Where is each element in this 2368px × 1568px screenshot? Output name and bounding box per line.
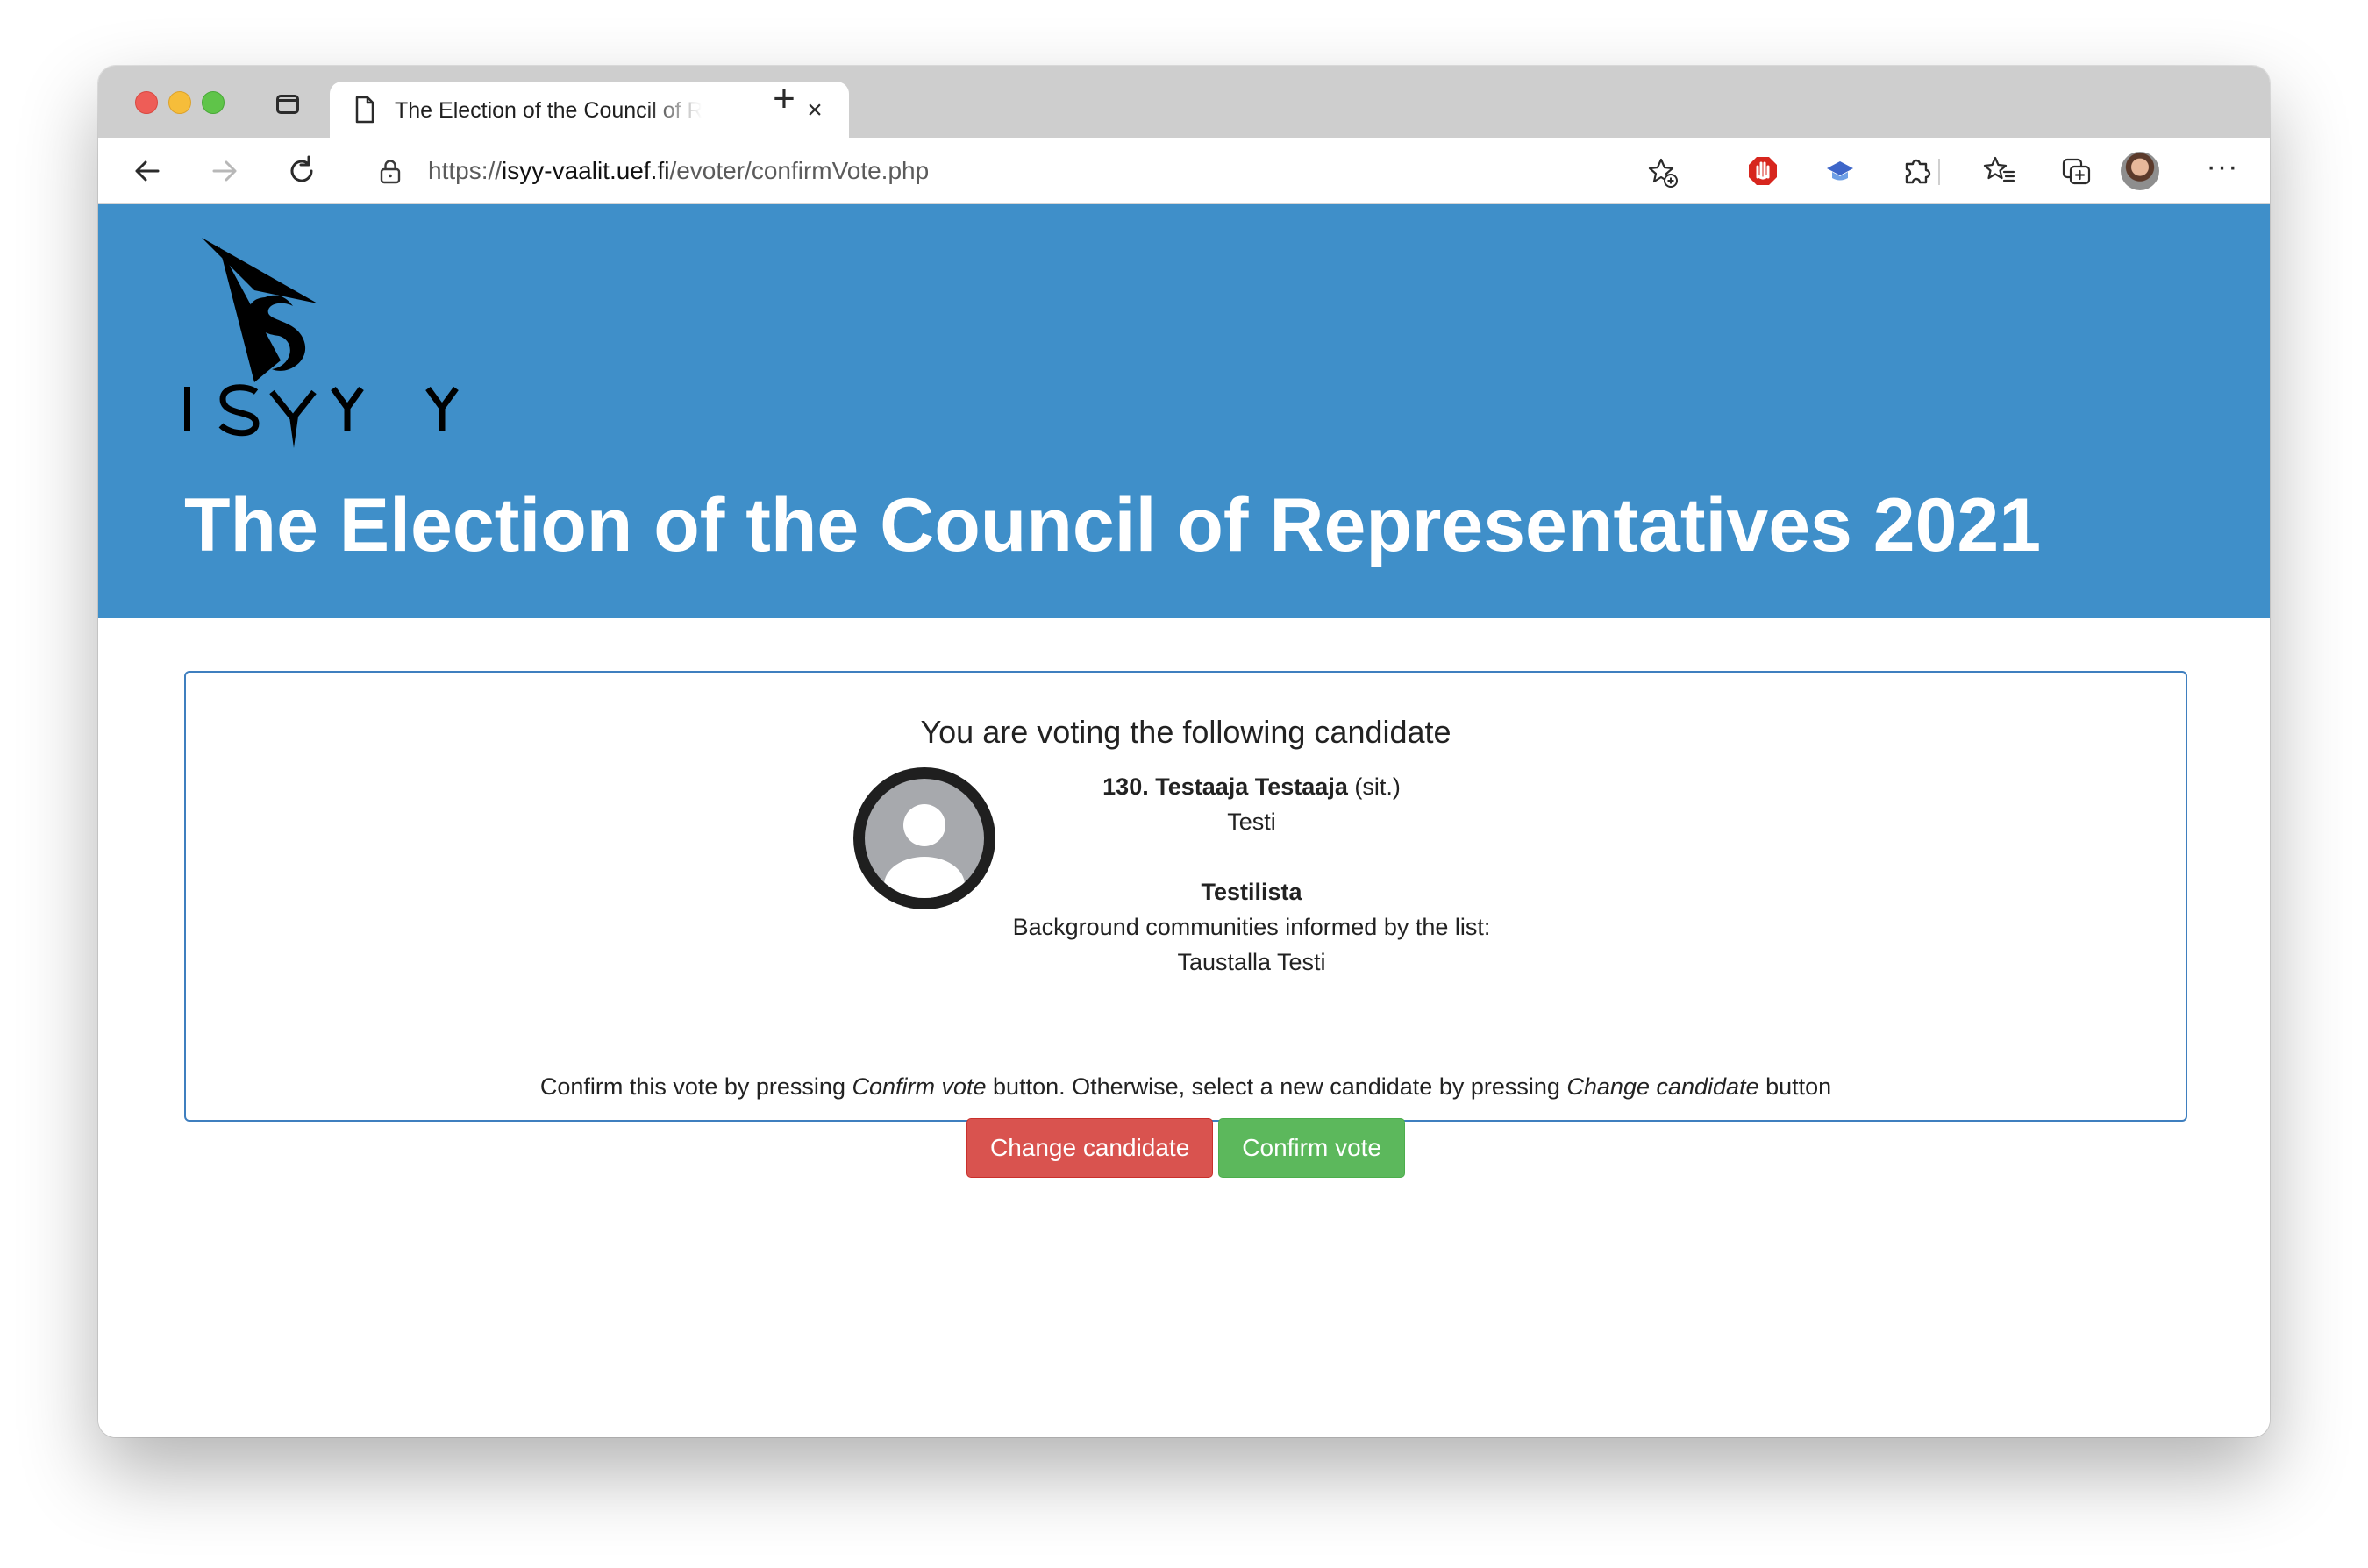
action-buttons: Change candidate Confirm vote [186,1118,2186,1178]
change-candidate-button[interactable]: Change candidate [966,1118,1214,1178]
toolbar-divider [1938,159,1940,185]
page-icon [354,96,375,128]
page-viewport: The Election of the Council of Represent… [98,204,2270,1437]
add-favorite-icon[interactable] [1647,157,1679,193]
graduation-cap-icon[interactable] [1822,153,1858,189]
communities-value: Taustalla Testi [1177,949,1326,975]
lock-icon[interactable] [379,159,402,189]
browser-toolbar: https://isyy-vaalit.uef.fi/evoter/confir… [98,138,2270,204]
candidate-affiliation: (sit.) [1354,773,1401,800]
candidate-info: 130. Testaaja Testaaja (sit.) Testi Test… [958,769,1545,980]
url-text[interactable]: https://isyy-vaalit.uef.fi/evoter/confir… [428,157,929,185]
tab-strip: The Election of the Council of Represent… [98,66,2270,138]
profile-avatar[interactable] [2121,152,2159,190]
vote-confirmation-panel: You are voting the following candidate 1… [184,671,2187,1178]
panel-heading: You are voting the following candidate [920,714,1451,750]
extensions-puzzle-icon[interactable] [1900,153,1935,189]
sidebar-toggle-icon[interactable] [276,95,299,114]
adblock-stop-icon[interactable] [1745,153,1780,189]
communities-label: Background communities informed by the l… [1012,914,1491,940]
confirm-instruction: Confirm this vote by pressing Confirm vo… [539,1073,1832,1100]
isyy-logo [184,238,482,453]
collections-icon[interactable] [2059,153,2094,189]
confirm-vote-button[interactable]: Confirm vote [1218,1118,1405,1178]
candidate-name: 130. Testaaja Testaaja [1102,773,1348,800]
list-name: Testilista [1201,879,1302,905]
window-minimize-button[interactable] [168,91,191,114]
address-bar[interactable]: https://isyy-vaalit.uef.fi/evoter/confir… [353,146,1694,196]
back-arrow-icon[interactable] [130,153,165,189]
candidate-name-line: 130. Testaaja Testaaja (sit.) [958,769,1545,804]
window-maximize-button[interactable] [202,91,225,114]
tab-title: The Election of the Council of Represent… [395,98,702,123]
browser-window: The Election of the Council of Represent… [98,66,2270,1437]
more-options-icon[interactable]: ··· [2205,152,2240,189]
forward-arrow-icon[interactable] [207,153,242,189]
candidate-description: Testi [1227,809,1276,835]
reload-icon[interactable] [284,153,319,189]
page-title: The Election of the Council of Represent… [184,483,2042,567]
site-header: The Election of the Council of Represent… [98,204,2270,618]
new-tab-icon[interactable]: + [767,80,802,118]
window-close-button[interactable] [135,91,158,114]
favorites-icon[interactable] [1982,153,2017,189]
close-icon[interactable]: × [803,97,826,124]
